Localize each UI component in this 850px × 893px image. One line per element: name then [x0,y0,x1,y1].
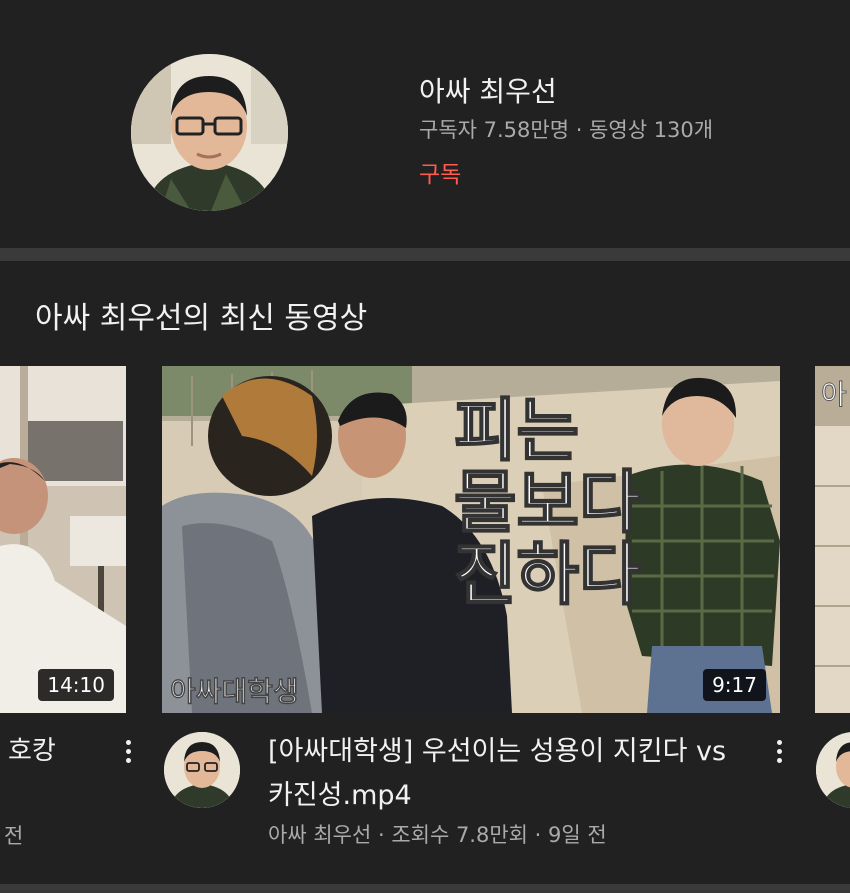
thumbnail-text-line1: 피는 [454,392,579,471]
meta-separator: · [527,823,549,847]
video-age: 9일 전 [548,823,607,847]
video-thumbnail[interactable]: 피는 물보다 진하다 아싸대학생 9:17 [162,366,780,713]
video-thumbnail-next-image: 아 [815,366,850,713]
video-views: 조회수 7.8만회 [391,823,528,847]
video-thumbnail-next[interactable]: 아 [815,366,850,713]
video-duration: 14:10 [38,669,114,701]
thumbnail-text-line2: 물보다 [454,464,642,543]
channel-stats: 구독자 7.58만명 · 동영상 130개 [419,118,714,142]
bottom-divider [0,884,850,893]
section-divider [0,248,850,261]
subscribe-button[interactable]: 구독 [419,155,461,189]
video-channel-name[interactable]: 아싸 최우선 [268,823,371,847]
channel-name[interactable]: 아싸 최우선 [419,70,557,110]
video-meta-prev: 전 [4,824,24,848]
video-channel-avatar[interactable] [164,732,240,808]
video-meta: 아싸 최우선 · 조회수 7.8만회 · 9일 전 [268,819,607,849]
channel-header: 아싸 최우선 구독자 7.58만명 · 동영상 130개 구독 [0,0,850,248]
thumbnail-text-line3: 진하다 [454,536,642,615]
video-channel-avatar-next[interactable] [816,732,850,808]
more-options-icon[interactable] [769,737,789,769]
video-thumbnail-prev[interactable]: 14:10 [0,366,126,713]
channel-avatar-image [131,54,288,211]
video-duration: 9:17 [703,669,766,701]
thumbnail-text-fragment: 아 [821,378,847,411]
video-title[interactable]: [아싸대학생] 우선이는 성용이 지킨다 vs 카진성.mp4 [268,730,748,818]
channel-avatar[interactable] [131,54,288,211]
section-title: 아싸 최우선의 최신 동영상 [35,301,368,336]
video-thumbnail-prev-image [0,366,126,713]
video-thumbnail-image: 피는 물보다 진하다 아싸대학생 [162,366,780,713]
video-title-prev[interactable]: 호캉 [8,730,56,767]
thumbnail-watermark: 아싸대학생 [170,675,299,708]
video-channel-avatar-image [164,732,240,808]
more-options-icon[interactable] [118,737,138,769]
meta-separator: · [371,823,392,847]
video-channel-avatar-next-image [816,732,850,808]
